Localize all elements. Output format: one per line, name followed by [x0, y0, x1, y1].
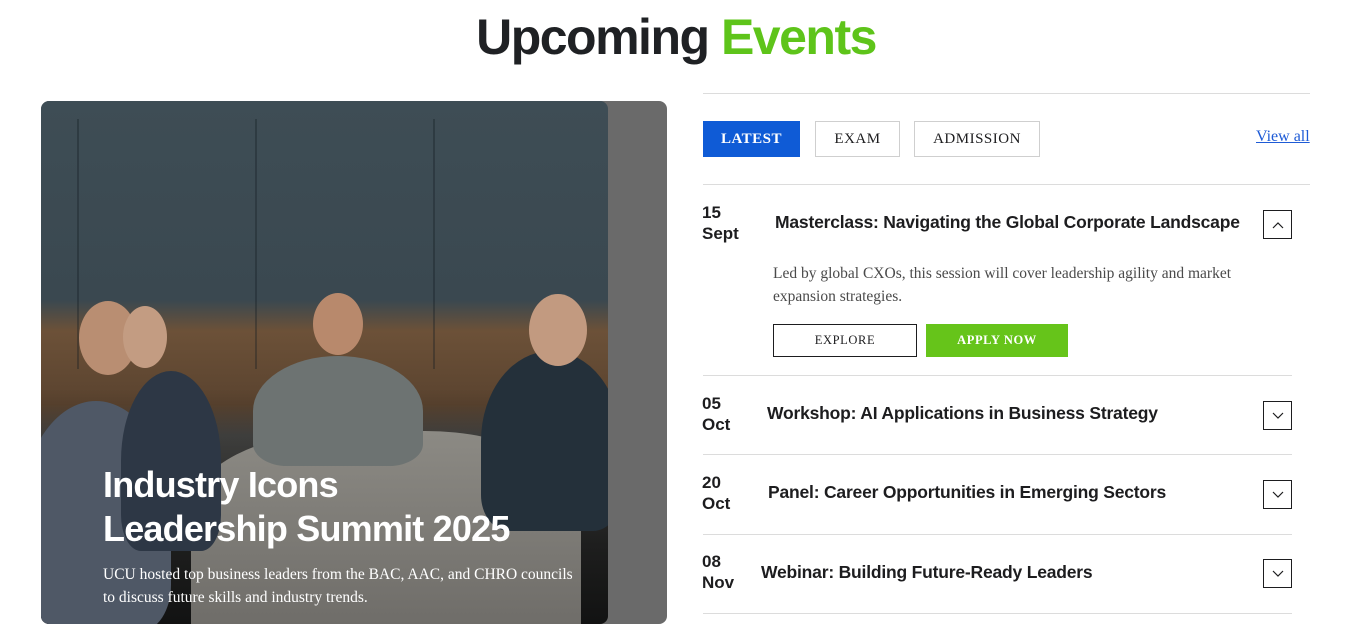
hero-title-line: Industry Icons — [103, 464, 339, 505]
apply-now-button[interactable]: APPLY NOW — [926, 324, 1068, 357]
event-toggle-button[interactable] — [1263, 210, 1292, 239]
event-toggle-button[interactable] — [1263, 401, 1292, 430]
chevron-down-icon — [1272, 570, 1283, 577]
chevron-down-icon — [1272, 491, 1283, 498]
section-title-accent: Events — [720, 9, 877, 65]
event-month: Oct — [702, 494, 731, 513]
tab-admission[interactable]: ADMISSION — [914, 121, 1040, 157]
hero-photo-head — [313, 293, 363, 355]
event-title[interactable]: Masterclass: Navigating the Global Corpo… — [775, 211, 1255, 233]
event-month: Oct — [702, 415, 731, 434]
wall-panel-divider — [255, 119, 257, 369]
event-date: 15 Sept — [702, 202, 739, 244]
event-day: 08 — [702, 552, 721, 571]
event-description: Led by global CXOs, this session will co… — [773, 265, 1232, 305]
section-title: Upcoming Events — [0, 8, 1352, 66]
chevron-down-icon — [1272, 412, 1283, 419]
explore-button[interactable]: EXPLORE — [773, 324, 917, 357]
event-day: 05 — [702, 394, 721, 413]
hero-title: Industry Icons Leadership Summit 2025 — [103, 463, 583, 551]
event-date: 20 Oct — [702, 472, 730, 514]
hero-photo-head — [529, 294, 587, 366]
event-month: Sept — [702, 224, 739, 243]
event-title[interactable]: Webinar: Building Future-Ready Leaders — [761, 561, 1241, 583]
hero-photo-head — [123, 306, 167, 368]
event-toggle-button[interactable] — [1263, 559, 1292, 588]
section-title-main: Upcoming — [476, 9, 710, 65]
hero-card[interactable]: Industry Icons Leadership Summit 2025 UC… — [41, 101, 608, 624]
event-toggle-button[interactable] — [1263, 480, 1292, 509]
event-divider — [703, 613, 1292, 614]
hero-description: UCU hosted top business leaders from the… — [103, 566, 573, 606]
event-divider — [703, 454, 1292, 455]
event-month: Nov — [702, 573, 735, 592]
event-divider — [703, 375, 1292, 376]
event-date: 05 Oct — [702, 393, 730, 435]
event-date: 08 Nov — [702, 551, 734, 593]
tab-latest[interactable]: LATEST — [703, 121, 800, 157]
wall-panel-divider — [433, 119, 435, 369]
hero-title-line: Leadership Summit 2025 — [103, 508, 510, 549]
top-divider — [703, 93, 1310, 94]
tabs-divider — [703, 184, 1310, 185]
view-all-link[interactable]: View all — [1256, 128, 1310, 146]
event-divider — [703, 534, 1292, 535]
event-day: 20 — [702, 473, 721, 492]
hero-photo-person — [253, 356, 423, 466]
event-title[interactable]: Workshop: AI Applications in Business St… — [767, 402, 1247, 424]
event-day: 15 — [702, 203, 721, 222]
event-title[interactable]: Panel: Career Opportunities in Emerging … — [768, 481, 1248, 503]
tab-exam[interactable]: EXAM — [815, 121, 900, 157]
chevron-up-icon — [1272, 221, 1283, 228]
